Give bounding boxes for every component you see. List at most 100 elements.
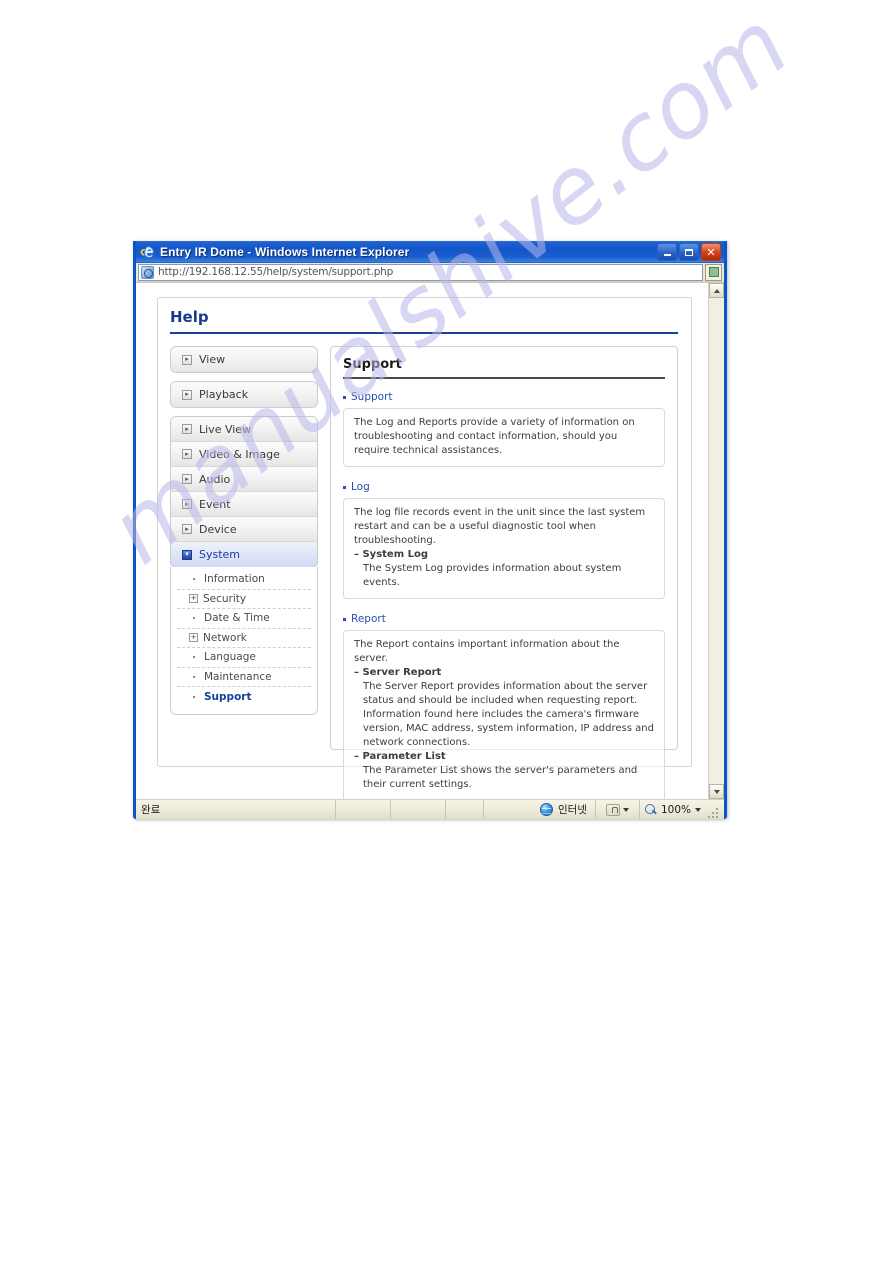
sidebar-item-label: View [199, 353, 226, 366]
section-sub-heading: – Parameter List [354, 751, 446, 762]
title-divider [170, 332, 678, 334]
close-button[interactable]: ✕ [701, 243, 721, 261]
page-icon [141, 265, 154, 279]
sidebar-item-system[interactable]: ▾ System [171, 542, 317, 567]
lock-icon [606, 803, 620, 816]
content-divider [343, 377, 665, 379]
expand-box-icon: ▸ [182, 389, 192, 400]
section-sub-heading: – System Log [354, 549, 429, 560]
chevron-down-icon[interactable] [695, 807, 702, 812]
sidebar-item-label: System [199, 548, 241, 561]
maximize-button[interactable] [679, 243, 699, 261]
browser-window: Entry IR Dome - Windows Internet Explore… [133, 241, 727, 819]
sidebar-item-label: Device [199, 522, 237, 536]
security-zone-label: 인터넷 [558, 804, 587, 816]
expand-box-icon: ▸ [182, 424, 192, 434]
magnifier-icon [645, 803, 657, 816]
sidebar: ▸ View ▸ Playback ▸ Live View ▸ Video & … [170, 346, 318, 715]
sidebar-subitem-support[interactable]: Support [177, 687, 311, 707]
section-sub-body: The Parameter List shows the server's pa… [363, 765, 638, 790]
expand-box-icon: ▸ [182, 499, 192, 509]
window-title: Entry IR Dome - Windows Internet Explore… [160, 245, 410, 259]
zoom-control[interactable]: 100% [640, 800, 724, 819]
sidebar-item-label: Live View [199, 422, 252, 436]
vertical-scrollbar[interactable] [708, 283, 724, 799]
section-box-log: The log file records event in the unit s… [343, 498, 665, 599]
chevron-down-icon[interactable] [623, 807, 629, 812]
sidebar-subitem-information[interactable]: Information [177, 570, 311, 590]
sidebar-subitem-label: Security [203, 592, 247, 605]
url-input[interactable]: http://192.168.12.55/help/system/support… [138, 263, 703, 281]
bullet-icon [343, 617, 346, 621]
url-text: http://192.168.12.55/help/system/support… [158, 266, 394, 278]
sidebar-subitem-maintenance[interactable]: Maintenance [177, 668, 311, 687]
plus-box-icon: + [189, 594, 198, 604]
sidebar-item-playback[interactable]: ▸ Playback [170, 381, 318, 408]
scroll-down-icon[interactable] [709, 784, 724, 799]
dot-icon [189, 617, 199, 619]
dot-icon [189, 676, 199, 678]
section-label-support: Support [343, 391, 665, 403]
sidebar-menu: ▸ Live View ▸ Video & Image ▸ Audio ▸ Ev… [170, 416, 318, 568]
address-bar[interactable]: http://192.168.12.55/help/system/support… [136, 263, 724, 282]
sidebar-item-label: Video & Image [199, 447, 280, 461]
web-page: Help ▸ View ▸ Playback ▸ Live View ▸ Vid… [136, 283, 708, 799]
sidebar-subitem-label: Language [204, 651, 256, 664]
title-bar[interactable]: Entry IR Dome - Windows Internet Explore… [136, 241, 724, 263]
sidebar-item-event[interactable]: ▸ Event [171, 492, 317, 517]
browser-viewport: Help ▸ View ▸ Playback ▸ Live View ▸ Vid… [136, 282, 724, 799]
sidebar-subitem-label: Date & Time [204, 612, 270, 625]
section-body: The Report contains important informatio… [354, 639, 620, 664]
sidebar-subitem-security[interactable]: + Security [177, 590, 311, 609]
section-box-support: The Log and Reports provide a variety of… [343, 408, 665, 467]
section-sub-heading: – Server Report [354, 667, 442, 678]
status-cell-3 [391, 800, 446, 819]
page-root: Entry IR Dome - Windows Internet Explore… [0, 0, 893, 1263]
minimize-button[interactable] [657, 243, 677, 261]
protected-mode-indicator[interactable] [596, 800, 640, 819]
expand-box-icon: ▸ [182, 474, 192, 484]
status-bar: 완료 인터넷 100% [136, 799, 724, 819]
sidebar-subitem-language[interactable]: Language [177, 648, 311, 668]
sidebar-item-view[interactable]: ▸ View [170, 346, 318, 373]
page-title: Help [170, 308, 209, 326]
content-heading: Support [343, 357, 402, 372]
sidebar-subitem-label: Network [203, 631, 247, 644]
expand-box-icon: ▸ [182, 524, 192, 534]
sidebar-submenu-system: Information + Security Date & Time + Net… [170, 567, 318, 715]
go-icon[interactable] [705, 263, 722, 281]
bullet-icon [343, 395, 346, 399]
help-card: Help ▸ View ▸ Playback ▸ Live View ▸ Vid… [157, 297, 692, 799]
sidebar-item-label: Event [199, 497, 231, 511]
dot-icon [189, 696, 199, 698]
section-sub-body: The Server Report provides information a… [363, 681, 654, 748]
sidebar-subitem-label: Information [204, 573, 265, 586]
sidebar-subitem-date-time[interactable]: Date & Time [177, 609, 311, 629]
zoom-level-label: 100% [661, 803, 692, 816]
security-zone[interactable]: 인터넷 [484, 800, 596, 819]
sidebar-item-label: Playback [199, 388, 249, 401]
sidebar-item-live-view[interactable]: ▸ Live View [171, 417, 317, 442]
status-cell-2 [336, 800, 391, 819]
sidebar-subitem-network[interactable]: + Network [177, 629, 311, 648]
globe-icon [540, 803, 553, 816]
expand-box-icon: ▸ [182, 354, 192, 365]
sidebar-item-audio[interactable]: ▸ Audio [171, 467, 317, 492]
sidebar-item-device[interactable]: ▸ Device [171, 517, 317, 542]
ie-logo-icon [140, 244, 156, 260]
sidebar-subitem-label: Maintenance [204, 670, 272, 683]
dot-icon [189, 656, 199, 658]
section-body: The log file records event in the unit s… [354, 507, 646, 546]
status-text: 완료 [136, 800, 336, 819]
sidebar-item-video-image[interactable]: ▸ Video & Image [171, 442, 317, 467]
sidebar-subitem-label: Support [204, 690, 252, 703]
section-label-log: Log [343, 481, 665, 493]
resize-grip[interactable] [705, 805, 719, 819]
content-panel: Support Support The Log and Reports prov… [330, 346, 678, 799]
dot-icon [189, 578, 199, 580]
status-cell-4 [446, 800, 484, 819]
sidebar-item-label: Audio [199, 472, 231, 486]
window-controls[interactable]: ✕ [657, 243, 721, 261]
scroll-up-icon[interactable] [709, 283, 724, 298]
expand-box-icon: ▸ [182, 449, 192, 459]
